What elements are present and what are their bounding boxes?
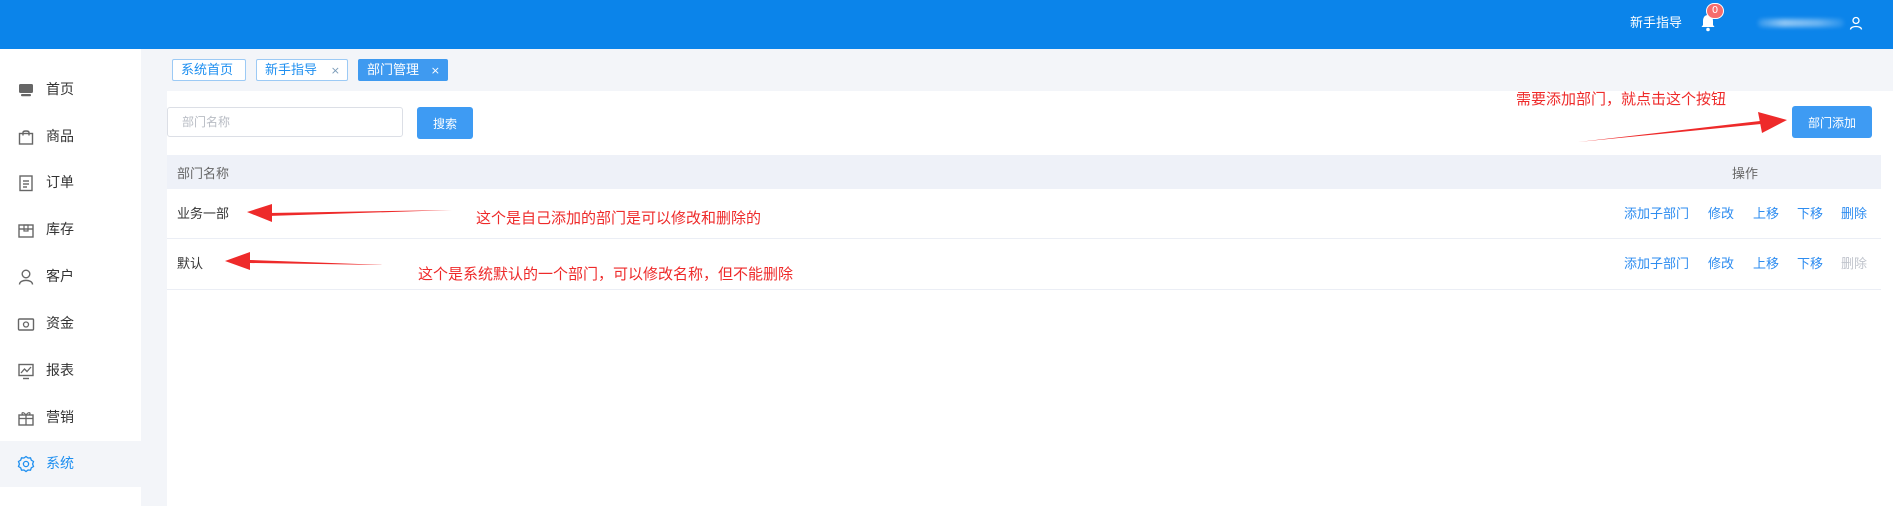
sidebar-item-inventory[interactable]: 库存 xyxy=(0,207,141,253)
money-icon xyxy=(17,318,35,331)
department-name-input[interactable] xyxy=(167,107,403,137)
add-department-button[interactable]: 部门添加 xyxy=(1792,106,1872,138)
add-sub-department-link[interactable]: 添加子部门 xyxy=(1624,253,1689,272)
tab-label: 系统首页 xyxy=(181,63,234,78)
sidebar-item-label: 系统 xyxy=(46,456,74,472)
column-header-name: 部门名称 xyxy=(177,167,230,182)
document-icon xyxy=(19,175,33,192)
annotation-add-hint: 需要添加部门，就点击这个按钮 xyxy=(1516,90,1727,108)
bag-icon xyxy=(18,130,34,145)
sidebar-item-label: 商品 xyxy=(46,129,74,145)
delete-link-disabled: 删除 xyxy=(1841,257,1868,272)
add-sub-department-link[interactable]: 添加子部门 xyxy=(1624,203,1689,222)
sidebar-item-label: 营销 xyxy=(46,410,74,426)
tab-system-home[interactable]: 系统首页 xyxy=(172,59,246,81)
sidebar-item-marketing[interactable]: 营销 xyxy=(0,395,141,441)
sidebar-item-home[interactable]: 首页 xyxy=(0,67,141,113)
move-up-link[interactable]: 上移 xyxy=(1753,203,1779,222)
main-content xyxy=(141,91,1893,506)
gear-icon xyxy=(17,455,35,473)
column-header-ops: 操作 xyxy=(1732,167,1759,182)
sidebar: 首页 商品 订单 库存 客户 资金 报表 营销 系统 xyxy=(0,49,141,506)
user-icon[interactable] xyxy=(1849,16,1863,30)
tab-newbie-guide[interactable]: 新手指导 × xyxy=(256,59,348,81)
top-bar xyxy=(0,0,1893,49)
notification-badge: 0 xyxy=(1706,3,1724,19)
sidebar-item-funds[interactable]: 资金 xyxy=(0,301,141,347)
tab-department-management[interactable]: 部门管理 × xyxy=(358,59,448,81)
tab-label: 部门管理 xyxy=(367,63,420,78)
chart-icon xyxy=(18,363,34,380)
sidebar-item-customers[interactable]: 客户 xyxy=(0,254,141,300)
newbie-guide-link[interactable]: 新手指导 xyxy=(1630,14,1682,34)
move-down-link[interactable]: 下移 xyxy=(1797,253,1823,272)
table-header: 部门名称 操作 xyxy=(167,155,1881,189)
delete-link[interactable]: 删除 xyxy=(1841,203,1867,222)
move-up-link[interactable]: 上移 xyxy=(1753,253,1779,272)
sidebar-item-label: 报表 xyxy=(46,363,74,379)
annotation-row1-hint: 这个是自己添加的部门是可以修改和删除的 xyxy=(476,209,762,227)
content-gutter xyxy=(141,91,167,506)
person-icon xyxy=(18,269,34,285)
gift-icon xyxy=(18,412,34,426)
close-icon[interactable]: × xyxy=(331,60,340,82)
department-name: 业务一部 xyxy=(177,207,230,222)
department-name: 默认 xyxy=(177,257,204,272)
edit-link[interactable]: 修改 xyxy=(1708,253,1734,272)
sidebar-item-orders[interactable]: 订单 xyxy=(0,160,141,206)
tabs-bar: 系统首页 新手指导 × 部门管理 × xyxy=(141,49,1893,91)
sidebar-item-goods[interactable]: 商品 xyxy=(0,114,141,160)
sidebar-item-system[interactable]: 系统 xyxy=(0,441,141,487)
annotation-row2-hint: 这个是系统默认的一个部门，可以修改名称，但不能删除 xyxy=(418,265,794,283)
sidebar-item-label: 库存 xyxy=(46,222,74,238)
sidebar-item-label: 客户 xyxy=(46,269,74,285)
edit-link[interactable]: 修改 xyxy=(1708,203,1734,222)
tab-label: 新手指导 xyxy=(265,63,318,78)
box-icon xyxy=(18,224,34,238)
search-button[interactable]: 搜索 xyxy=(417,107,473,139)
sidebar-item-label: 资金 xyxy=(46,316,74,332)
username-redacted[interactable] xyxy=(1758,19,1844,27)
table-row: 业务一部 添加子部门 修改 上移 下移 删除 xyxy=(167,189,1881,239)
close-icon[interactable]: × xyxy=(431,60,440,82)
sidebar-item-label: 订单 xyxy=(46,175,74,191)
home-icon xyxy=(19,84,33,97)
sidebar-item-label: 首页 xyxy=(46,82,74,98)
sidebar-item-reports[interactable]: 报表 xyxy=(0,348,141,394)
move-down-link[interactable]: 下移 xyxy=(1797,203,1823,222)
